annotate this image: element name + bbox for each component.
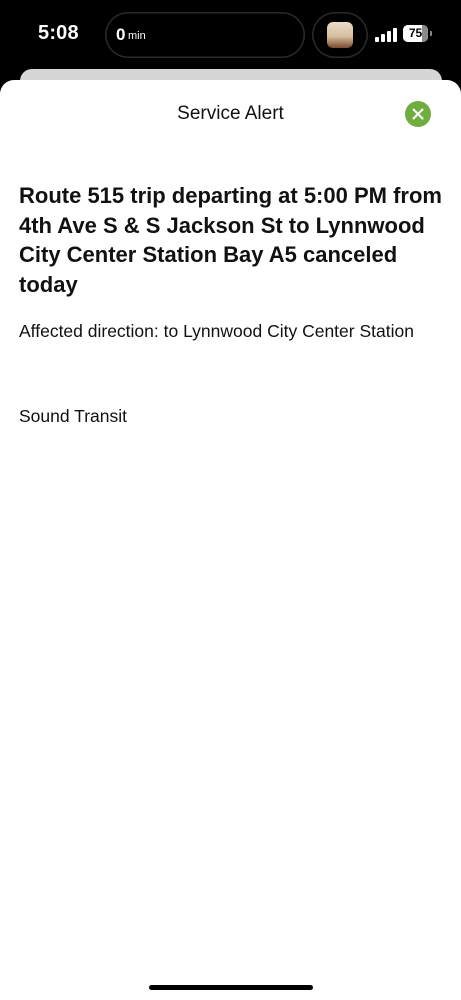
affected-direction: Affected direction: to Lynnwood City Cen… xyxy=(19,321,414,341)
live-activity-unit: min xyxy=(128,30,146,42)
close-icon xyxy=(412,108,424,120)
now-playing-pill[interactable] xyxy=(312,12,368,58)
battery-icon: 75 xyxy=(403,25,433,42)
cellular-signal-icon xyxy=(375,28,397,42)
status-time: 5:08 xyxy=(38,22,79,44)
live-activity-value: 0 xyxy=(116,25,126,44)
album-art-icon xyxy=(327,22,353,48)
battery-body: 75 xyxy=(403,25,428,42)
transit-agency: Sound Transit xyxy=(19,406,127,426)
close-button[interactable] xyxy=(405,101,431,127)
status-bar: 5:08 0 min 75 xyxy=(0,0,461,70)
service-alert-sheet: Service Alert Route 515 trip departing a… xyxy=(0,80,461,1000)
live-activity-pill[interactable]: 0 min xyxy=(105,12,305,58)
sheet-title: Service Alert xyxy=(177,103,284,124)
battery-tip xyxy=(430,31,432,36)
battery-percentage: 75 xyxy=(408,26,423,40)
home-indicator[interactable] xyxy=(149,985,313,990)
alert-headline: Route 515 trip departing at 5:00 PM from… xyxy=(19,183,442,297)
